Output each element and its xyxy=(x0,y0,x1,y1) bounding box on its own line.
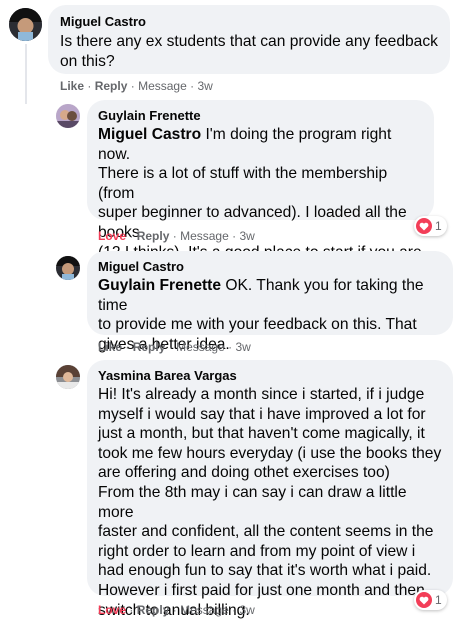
avatar[interactable] xyxy=(56,104,80,128)
message-type: Message xyxy=(180,603,229,617)
comment-author[interactable]: Miguel Castro xyxy=(60,14,438,29)
love-button[interactable]: Love xyxy=(98,229,126,243)
comment-bubble: Yasmina Barea Vargas Hi! It's already a … xyxy=(87,360,453,619)
comment-bubble: Miguel Castro Is there any ex students t… xyxy=(48,5,450,74)
heart-icon xyxy=(416,592,432,608)
message-type: Message xyxy=(138,79,187,93)
comment-bubble: Guylain Frenette Miguel Castro I'm doing… xyxy=(87,100,434,319)
avatar[interactable] xyxy=(56,256,80,280)
comment-author[interactable]: Yasmina Barea Vargas xyxy=(98,368,442,383)
comment-author[interactable]: Guylain Frenette xyxy=(98,108,423,123)
like-button[interactable]: Like xyxy=(60,79,84,93)
comment-text: Is there any ex students that can provid… xyxy=(60,33,438,70)
thread-line xyxy=(25,44,27,104)
comment-author[interactable]: Miguel Castro xyxy=(98,259,442,274)
avatar[interactable] xyxy=(9,8,42,41)
heart-icon xyxy=(416,218,432,234)
comment-actions: Love · Reply · Message · 3w xyxy=(98,603,255,617)
mention-link[interactable]: Guylain Frenette xyxy=(98,277,221,294)
timestamp[interactable]: 3w xyxy=(239,603,254,617)
reaction-count: 1 xyxy=(435,593,442,607)
reply-button[interactable]: Reply xyxy=(133,340,166,354)
message-type: Message xyxy=(176,340,225,354)
comment-actions: Like · Reply · Message · 3w xyxy=(60,79,213,93)
reply-button[interactable]: Reply xyxy=(95,79,128,93)
reply-button[interactable]: Reply xyxy=(137,229,170,243)
timestamp[interactable]: 3w xyxy=(235,340,250,354)
comment-text: Hi! It's already a month since i started… xyxy=(98,386,442,619)
reply-button[interactable]: Reply xyxy=(137,603,170,617)
comment-bubble: Miguel Castro Guylain Frenette OK. Thank… xyxy=(87,251,453,353)
message-type: Message xyxy=(180,229,229,243)
mention-link[interactable]: Miguel Castro xyxy=(98,126,201,143)
reaction-badge[interactable]: 1 xyxy=(414,590,447,610)
timestamp[interactable]: 3w xyxy=(197,79,212,93)
avatar[interactable] xyxy=(56,365,80,389)
love-button[interactable]: Love xyxy=(98,603,126,617)
reaction-badge[interactable]: 1 xyxy=(414,216,447,236)
like-button[interactable]: Like xyxy=(98,340,122,354)
comment-actions: Love · Reply · Message · 3w xyxy=(98,229,255,243)
timestamp[interactable]: 3w xyxy=(239,229,254,243)
comment-actions: Like · Reply · Message · 3w xyxy=(98,340,251,354)
reaction-count: 1 xyxy=(435,219,442,233)
